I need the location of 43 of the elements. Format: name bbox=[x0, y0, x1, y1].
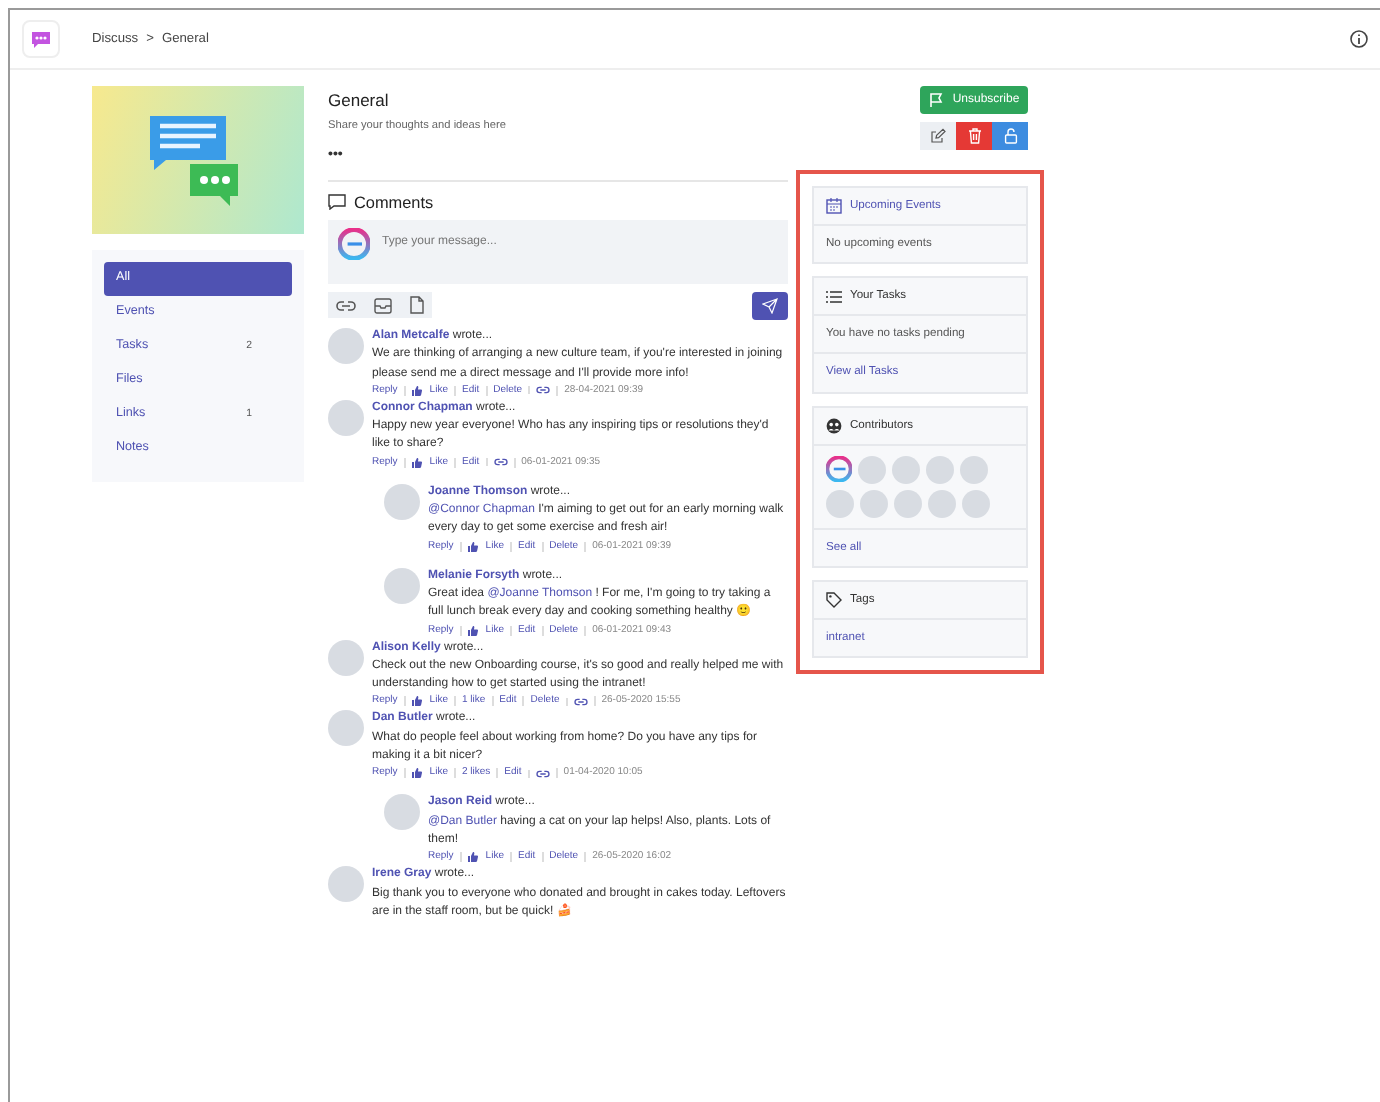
brand-logo bbox=[338, 228, 370, 260]
avatar bbox=[328, 399, 364, 436]
thumbs-up-icon bbox=[467, 625, 478, 636]
edit-icon bbox=[930, 128, 946, 144]
thumbs-up-icon bbox=[411, 385, 422, 396]
list-icon bbox=[826, 289, 842, 304]
lock-icon bbox=[1003, 128, 1017, 144]
tag-icon bbox=[826, 591, 842, 608]
avatar bbox=[384, 794, 420, 831]
avatar bbox=[328, 866, 364, 903]
flag-icon bbox=[928, 92, 945, 108]
calendar-icon bbox=[826, 198, 842, 215]
people-icon bbox=[826, 417, 842, 434]
comments-heading: Comments bbox=[354, 191, 434, 214]
brand-logo bbox=[826, 455, 852, 482]
info-icon[interactable] bbox=[1350, 30, 1368, 48]
link-icon[interactable] bbox=[336, 299, 356, 311]
file-icon[interactable] bbox=[410, 296, 424, 314]
avatar bbox=[328, 328, 364, 364]
avatar bbox=[328, 639, 364, 676]
inbox-icon[interactable] bbox=[374, 297, 392, 313]
send-button[interactable] bbox=[752, 292, 788, 320]
speech-bubble-icon bbox=[328, 194, 346, 211]
thumbs-up-icon bbox=[411, 696, 422, 707]
link-icon[interactable] bbox=[493, 458, 508, 467]
send-icon bbox=[762, 298, 778, 314]
link-icon[interactable] bbox=[536, 386, 551, 395]
delete-button[interactable] bbox=[956, 122, 992, 150]
thumbs-up-icon bbox=[467, 852, 478, 863]
edit-button[interactable] bbox=[920, 122, 956, 150]
thumbs-up-icon bbox=[411, 768, 422, 779]
link-icon[interactable] bbox=[535, 769, 550, 778]
app-logo[interactable] bbox=[22, 20, 60, 58]
avatar bbox=[384, 483, 420, 520]
thumbs-up-icon bbox=[467, 541, 478, 552]
avatar bbox=[384, 567, 420, 604]
trash-icon bbox=[967, 128, 981, 144]
link-icon[interactable] bbox=[573, 697, 588, 706]
thumbs-up-icon bbox=[411, 457, 422, 468]
channel-title: General bbox=[328, 90, 391, 114]
lock-button[interactable] bbox=[992, 122, 1028, 150]
chat-bubble-icon bbox=[30, 29, 52, 49]
avatar bbox=[328, 710, 364, 747]
